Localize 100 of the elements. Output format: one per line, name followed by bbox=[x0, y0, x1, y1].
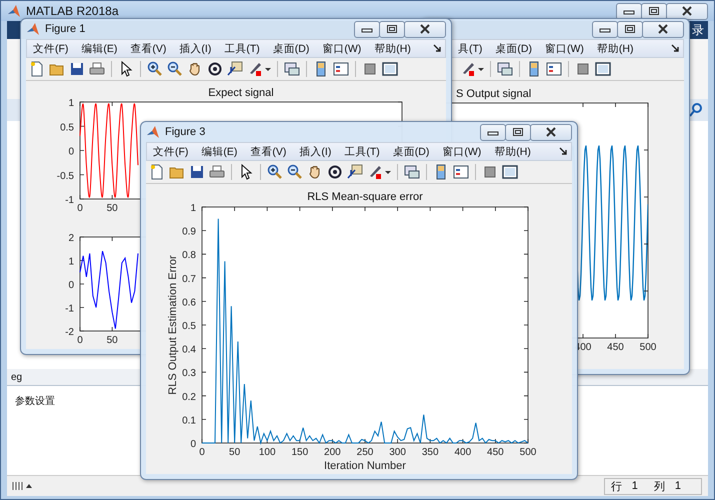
minimize-button[interactable] bbox=[592, 20, 618, 38]
panel-icon[interactable] bbox=[382, 61, 398, 77]
close-icon bbox=[545, 127, 557, 137]
new-file-icon[interactable] bbox=[29, 61, 45, 77]
restore-button[interactable] bbox=[641, 2, 667, 20]
search-icon[interactable] bbox=[688, 102, 704, 118]
y-tick-label: -2 bbox=[65, 327, 74, 338]
menu-item[interactable]: 桌面(D) bbox=[495, 42, 532, 56]
menu-item[interactable]: 桌面(D) bbox=[392, 144, 430, 158]
column-number: 1 bbox=[674, 480, 681, 492]
close-button[interactable] bbox=[530, 124, 572, 140]
x-tick-label: 350 bbox=[422, 447, 439, 458]
y-tick-label: 0.3 bbox=[182, 368, 196, 380]
dock-arrow-icon[interactable] bbox=[433, 44, 441, 52]
y-tick-label: -1 bbox=[65, 195, 74, 206]
y-axis-label: RLS Output Estimation Error bbox=[167, 255, 179, 395]
rotate-icon[interactable] bbox=[327, 164, 343, 180]
y-tick-label: -0.5 bbox=[56, 170, 74, 182]
data-cursor-icon[interactable] bbox=[347, 164, 363, 180]
zoom-in-icon[interactable] bbox=[267, 164, 283, 180]
legend-icon[interactable] bbox=[546, 61, 562, 77]
square-icon[interactable] bbox=[362, 61, 378, 77]
menu-item[interactable]: 帮助(H) bbox=[494, 144, 531, 158]
dock-arrow-icon[interactable] bbox=[559, 147, 567, 155]
menu-item[interactable]: 窗口(W) bbox=[442, 144, 482, 158]
x-tick-label: 0 bbox=[77, 335, 83, 346]
x-tick-label: 450 bbox=[607, 342, 624, 353]
menu-item[interactable]: 桌面(D) bbox=[272, 42, 310, 56]
x-tick-label: 250 bbox=[356, 447, 374, 458]
menu-item[interactable]: 文件(F) bbox=[153, 144, 188, 158]
save-icon[interactable] bbox=[189, 164, 205, 180]
menu-item[interactable]: 插入(I) bbox=[299, 144, 332, 158]
y-tick-label: -1 bbox=[65, 304, 74, 314]
restore-button[interactable] bbox=[505, 124, 531, 140]
editor-tab[interactable]: eg bbox=[11, 372, 22, 382]
menu-item[interactable]: 窗口(W) bbox=[545, 42, 584, 56]
data-cursor-icon[interactable] bbox=[227, 61, 243, 77]
x-axis-label: Iteration Number bbox=[324, 460, 406, 472]
menu-item[interactable]: 编辑(E) bbox=[201, 144, 238, 158]
restore-icon bbox=[512, 127, 524, 137]
matlab-logo-icon bbox=[26, 22, 40, 36]
window-title: Figure 1 bbox=[45, 23, 86, 35]
menu-item[interactable]: 具(T) bbox=[458, 42, 482, 56]
menu-item[interactable]: 文件(F) bbox=[33, 42, 68, 56]
brush-icon[interactable] bbox=[247, 61, 263, 77]
row-label: 行 bbox=[610, 480, 622, 494]
legend-icon[interactable] bbox=[333, 61, 349, 77]
login-link[interactable]: 录 bbox=[689, 22, 704, 38]
y-tick-label: 0.5 bbox=[182, 321, 196, 332]
menu-item[interactable]: 工具(T) bbox=[224, 42, 260, 56]
matlab-logo-icon bbox=[146, 125, 160, 139]
link-plot-icon[interactable] bbox=[284, 61, 300, 77]
restore-icon bbox=[648, 6, 660, 16]
close-button[interactable] bbox=[404, 20, 446, 38]
y-tick-label: 0.7 bbox=[182, 274, 196, 285]
minimize-button[interactable] bbox=[616, 2, 642, 20]
close-button[interactable] bbox=[666, 2, 708, 20]
menu-item[interactable]: 帮助(H) bbox=[596, 42, 634, 56]
close-button[interactable] bbox=[642, 20, 684, 38]
minimize-button[interactable] bbox=[354, 20, 380, 38]
menu-item[interactable]: 查看(V) bbox=[250, 144, 286, 158]
plot-title: S Output signal bbox=[456, 88, 532, 100]
rotate-icon[interactable] bbox=[207, 61, 223, 77]
menu-item[interactable]: 插入(I) bbox=[179, 42, 212, 56]
save-icon[interactable] bbox=[69, 61, 85, 77]
zoom-in-icon[interactable] bbox=[147, 61, 163, 77]
legend-icon[interactable] bbox=[453, 164, 469, 180]
square-icon[interactable] bbox=[575, 61, 591, 77]
dock-arrow-icon[interactable] bbox=[671, 44, 679, 52]
panel-icon[interactable] bbox=[595, 61, 611, 77]
link-plot-icon[interactable] bbox=[497, 61, 513, 77]
menu-item[interactable]: 编辑(E) bbox=[81, 42, 118, 56]
y-tick-label: 0.8 bbox=[182, 250, 196, 262]
window-title: Figure 3 bbox=[165, 126, 206, 138]
y-tick-label: 1 bbox=[190, 203, 196, 214]
zoom-out-icon[interactable] bbox=[287, 164, 303, 180]
printer-icon[interactable] bbox=[89, 61, 105, 77]
brush-icon[interactable] bbox=[367, 164, 383, 180]
minimize-button[interactable] bbox=[480, 124, 506, 140]
new-file-icon[interactable] bbox=[149, 164, 165, 180]
y-tick-label: 2 bbox=[68, 233, 74, 244]
y-tick-label: 0.1 bbox=[182, 415, 196, 426]
restore-button[interactable] bbox=[379, 20, 405, 38]
menu-item[interactable]: 窗口(W) bbox=[322, 42, 362, 56]
menu-item[interactable]: 帮助(H) bbox=[374, 42, 411, 56]
menu-item[interactable]: 查看(V) bbox=[130, 42, 166, 56]
restore-icon bbox=[624, 24, 636, 34]
restore-button[interactable] bbox=[617, 20, 643, 38]
column-label: 列 bbox=[654, 480, 665, 494]
grip-icon[interactable] bbox=[11, 480, 33, 492]
printer-icon[interactable] bbox=[209, 164, 225, 180]
link-plot-icon[interactable] bbox=[404, 164, 420, 180]
zoom-out-icon[interactable] bbox=[167, 61, 183, 77]
square-icon[interactable] bbox=[482, 164, 498, 180]
x-tick-label: 50 bbox=[106, 335, 118, 346]
menu-item[interactable]: 工具(T) bbox=[344, 144, 380, 158]
y-tick-label: 0.4 bbox=[182, 344, 196, 356]
close-icon bbox=[681, 6, 693, 16]
panel-icon[interactable] bbox=[502, 164, 518, 180]
brush-icon[interactable] bbox=[460, 61, 476, 77]
